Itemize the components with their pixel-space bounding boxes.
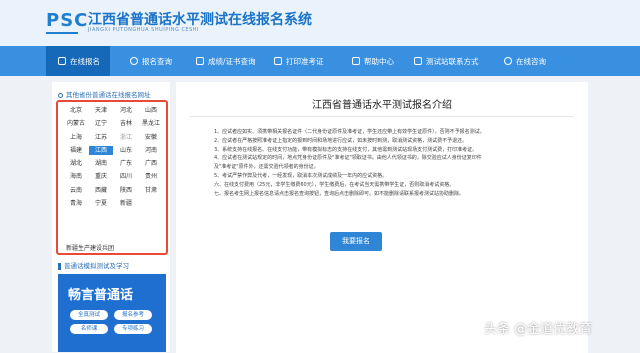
rule-line: 及"准考证"原件外，还需交验代领者的身份证。 (214, 164, 319, 171)
province-link[interactable]: 重庆 (89, 172, 113, 181)
rule-line: 六、在线支付费用（25元，非学生缴费60元），学生缴费后，在考试当天需携带学生证… (214, 181, 455, 188)
province-link[interactable]: 上海 (64, 133, 88, 142)
globe-icon (58, 92, 63, 98)
province-link[interactable]: 青海 (64, 199, 88, 208)
search-icon (130, 57, 138, 65)
site-title: 江西省普通话水平测试在线报名系统 (88, 12, 312, 28)
main-nav: 在线报名 报名查询 成绩/证书查询 打印准考证 帮助中心 测试站联系方式 在线咨… (0, 46, 640, 76)
promo-pill[interactable]: 报名参考 (114, 310, 152, 320)
nav-label: 成绩/证书查询 (208, 56, 256, 66)
certificate-icon (196, 57, 204, 65)
psc-logo[interactable]: PSC (46, 10, 89, 36)
province-link[interactable]: 河北 (114, 106, 138, 115)
title-divider (190, 116, 574, 117)
heading-bar (58, 262, 61, 270)
sidebar: 其他省份普通话在线报名网址 北京 天津 河北 山西内蒙古 辽宁 吉林 黑龙江上海 江苏 浙江 安徽… (52, 82, 170, 352)
province-link[interactable]: 新疆 (114, 199, 138, 208)
province-link[interactable]: 四川 (114, 172, 138, 181)
nav-signup-query[interactable]: 报名查询 (130, 46, 172, 76)
province-link[interactable]: 贵州 (139, 172, 163, 181)
province-link[interactable]: 湖北 (64, 159, 88, 168)
province-heading-text: 其他省份普通话在线报名网址 (66, 91, 151, 99)
chat-icon (504, 57, 512, 65)
province-link[interactable]: 内蒙古 (64, 119, 88, 128)
nav-help-center[interactable]: 帮助中心 (352, 46, 394, 76)
province-link-bingtuan[interactable]: 新疆生产建设兵团 (66, 243, 114, 252)
province-link[interactable]: 陕西 (114, 186, 138, 195)
rule-line: 5、考试严禁作弊及代考，一经发现，取消本次测试成绩及一年内的应试资格。 (214, 172, 388, 179)
learn-heading-text: 普通话模拟测试及学习 (64, 262, 129, 270)
nav-print-ticket[interactable]: 打印准考证 (274, 46, 324, 76)
province-link[interactable]: 辽宁 (89, 119, 113, 128)
contact-icon (414, 57, 422, 65)
nav-label: 报名查询 (142, 56, 172, 66)
nav-label: 帮助中心 (364, 56, 394, 66)
province-link[interactable]: 黑龙江 (139, 119, 163, 128)
province-link[interactable]: 福建 (64, 146, 88, 155)
province-empty (139, 199, 163, 208)
province-link[interactable]: 山西 (139, 106, 163, 115)
logo-underline (46, 32, 78, 34)
province-link[interactable]: 广西 (139, 159, 163, 168)
province-link[interactable]: 吉林 (114, 119, 138, 128)
province-link[interactable]: 湖南 (89, 159, 113, 168)
province-link[interactable]: 甘肃 (139, 186, 163, 195)
province-link[interactable]: 河南 (139, 146, 163, 155)
page-title: 江西省普通话水平测试报名介绍 (312, 100, 452, 111)
province-list-highlight: 北京 天津 河北 山西内蒙古 辽宁 吉林 黑龙江上海 江苏 浙江 安徽福建 江西 山东 河南湖北 湖南 广东… (56, 100, 168, 255)
rule-line: 七、报名考生网上报名信息请点击报名查询按钮，查询后点击删除即可。如不能删除请联系… (214, 190, 465, 197)
province-link[interactable]: 西藏 (89, 186, 113, 195)
province-link[interactable]: 江苏 (89, 133, 113, 142)
province-link[interactable]: 北京 (64, 106, 88, 115)
help-icon (352, 57, 360, 65)
province-link[interactable]: 浙江 (114, 133, 138, 142)
learn-heading: 普通话模拟测试及学习 (58, 260, 129, 270)
province-link[interactable]: 云南 (64, 186, 88, 195)
nav-online-signup[interactable]: 在线报名 (46, 46, 110, 76)
province-link[interactable]: 天津 (89, 106, 113, 115)
province-link[interactable]: 安徽 (139, 133, 163, 142)
province-link[interactable]: 海南 (64, 172, 88, 181)
province-link[interactable]: 宁夏 (89, 199, 113, 208)
nav-label: 在线报名 (70, 56, 100, 66)
logo-text: PSC (46, 10, 89, 31)
site-header: PSC 江西省普通话水平测试在线报名系统 JIANGXI PUTONGHUA S… (0, 0, 640, 46)
home-icon (58, 57, 66, 65)
signup-button[interactable]: 我要报名 (330, 232, 382, 251)
nav-label: 打印准考证 (286, 56, 324, 66)
province-heading: 其他省份普通话在线报名网址 (58, 89, 151, 99)
province-link[interactable]: 广东 (114, 159, 138, 168)
promo-pill[interactable]: 名师课 (70, 324, 108, 334)
promo-pill[interactable]: 专项练习 (114, 324, 152, 334)
rule-line: 4、应试者在测试站规定的时间，地点凭身份证原件及"准考证"领取证书。由他人代领证… (214, 155, 482, 162)
site-subtitle: JIANGXI PUTONGHUA SHUIPING CESHI (88, 27, 200, 33)
promo-banner[interactable]: 畅言普通话 全真测试 报名参考 名师课 专项练习 (58, 274, 166, 352)
nav-online-consult[interactable]: 在线咨询 (504, 46, 546, 76)
rule-line: 2、应试者在严格按照准考证上指定的报到时间和场地进行应试，如未按时到测，取消测试… (214, 137, 468, 144)
province-link[interactable]: 江西 (89, 145, 113, 155)
nav-score-query[interactable]: 成绩/证书查询 (196, 46, 256, 76)
nav-label: 测试站联系方式 (426, 56, 479, 66)
rules-list: 1、应试者应如实、须携带相关报名证件（二代身份证原件及准考证，学生还应带上有效学… (214, 128, 554, 198)
main-panel: 江西省普通话水平测试报名介绍 1、应试者应如实、须携带相关报名证件（二代身份证原… (176, 82, 588, 353)
rule-line: 3、系统支持在线报名、在线支付功能，带有模拟标志的支持在线支付，其他需到测试站现… (214, 146, 478, 153)
printer-icon (274, 57, 282, 65)
promo-title: 畅言普通话 (68, 288, 134, 303)
nav-label: 在线咨询 (516, 56, 546, 66)
watermark: 头条 @金道优教育 (484, 322, 593, 337)
nav-station-contact[interactable]: 测试站联系方式 (414, 46, 479, 76)
promo-pill[interactable]: 全真测试 (70, 310, 108, 320)
province-link[interactable]: 山东 (114, 146, 138, 155)
rule-line: 1、应试者应如实、须携带相关报名证件（二代身份证原件及准考证，学生还应带上有效学… (214, 129, 485, 135)
province-grid: 北京 天津 河北 山西内蒙古 辽宁 吉林 黑龙江上海 江苏 浙江 安徽福建 江西 山东 河南湖北 湖南 广东… (64, 106, 164, 208)
